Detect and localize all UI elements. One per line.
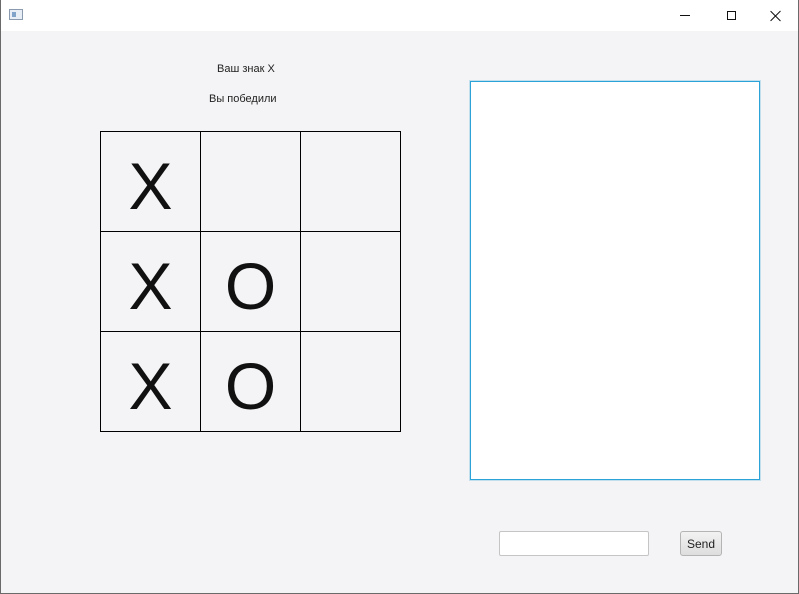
close-icon	[770, 10, 782, 22]
title-bar[interactable]	[1, 0, 798, 31]
player-sign-label: Ваш знак X	[217, 63, 275, 75]
board-cell-2-1[interactable]: O	[201, 332, 301, 432]
cell-mark: O	[224, 248, 277, 323]
board-cell-0-0[interactable]: X	[101, 132, 201, 232]
close-button[interactable]	[753, 0, 799, 31]
app-icon	[9, 9, 23, 20]
cell-mark: X	[128, 148, 173, 223]
board-cell-1-0[interactable]: X	[101, 232, 201, 332]
board-cell-1-2[interactable]	[301, 232, 401, 332]
game-board: X X O X O	[100, 131, 401, 432]
send-button[interactable]: Send	[680, 531, 722, 556]
chat-messages-area[interactable]	[470, 81, 760, 480]
board-cell-2-0[interactable]: X	[101, 332, 201, 432]
cell-mark: O	[224, 348, 277, 423]
board-cell-1-1[interactable]: O	[201, 232, 301, 332]
board-cell-0-1[interactable]	[201, 132, 301, 232]
app-window: Ваш знак X Вы победили X X O X O Send	[0, 0, 799, 594]
maximize-button[interactable]	[708, 0, 754, 31]
chat-message-input[interactable]	[499, 531, 649, 556]
game-status-label: Вы победили	[209, 93, 277, 105]
maximize-icon	[726, 11, 736, 20]
cell-mark: X	[128, 348, 173, 423]
board-cell-0-2[interactable]	[301, 132, 401, 232]
minimize-icon	[680, 15, 690, 16]
minimize-button[interactable]	[662, 0, 708, 31]
cell-mark: X	[128, 248, 173, 323]
board-cell-2-2[interactable]	[301, 332, 401, 432]
